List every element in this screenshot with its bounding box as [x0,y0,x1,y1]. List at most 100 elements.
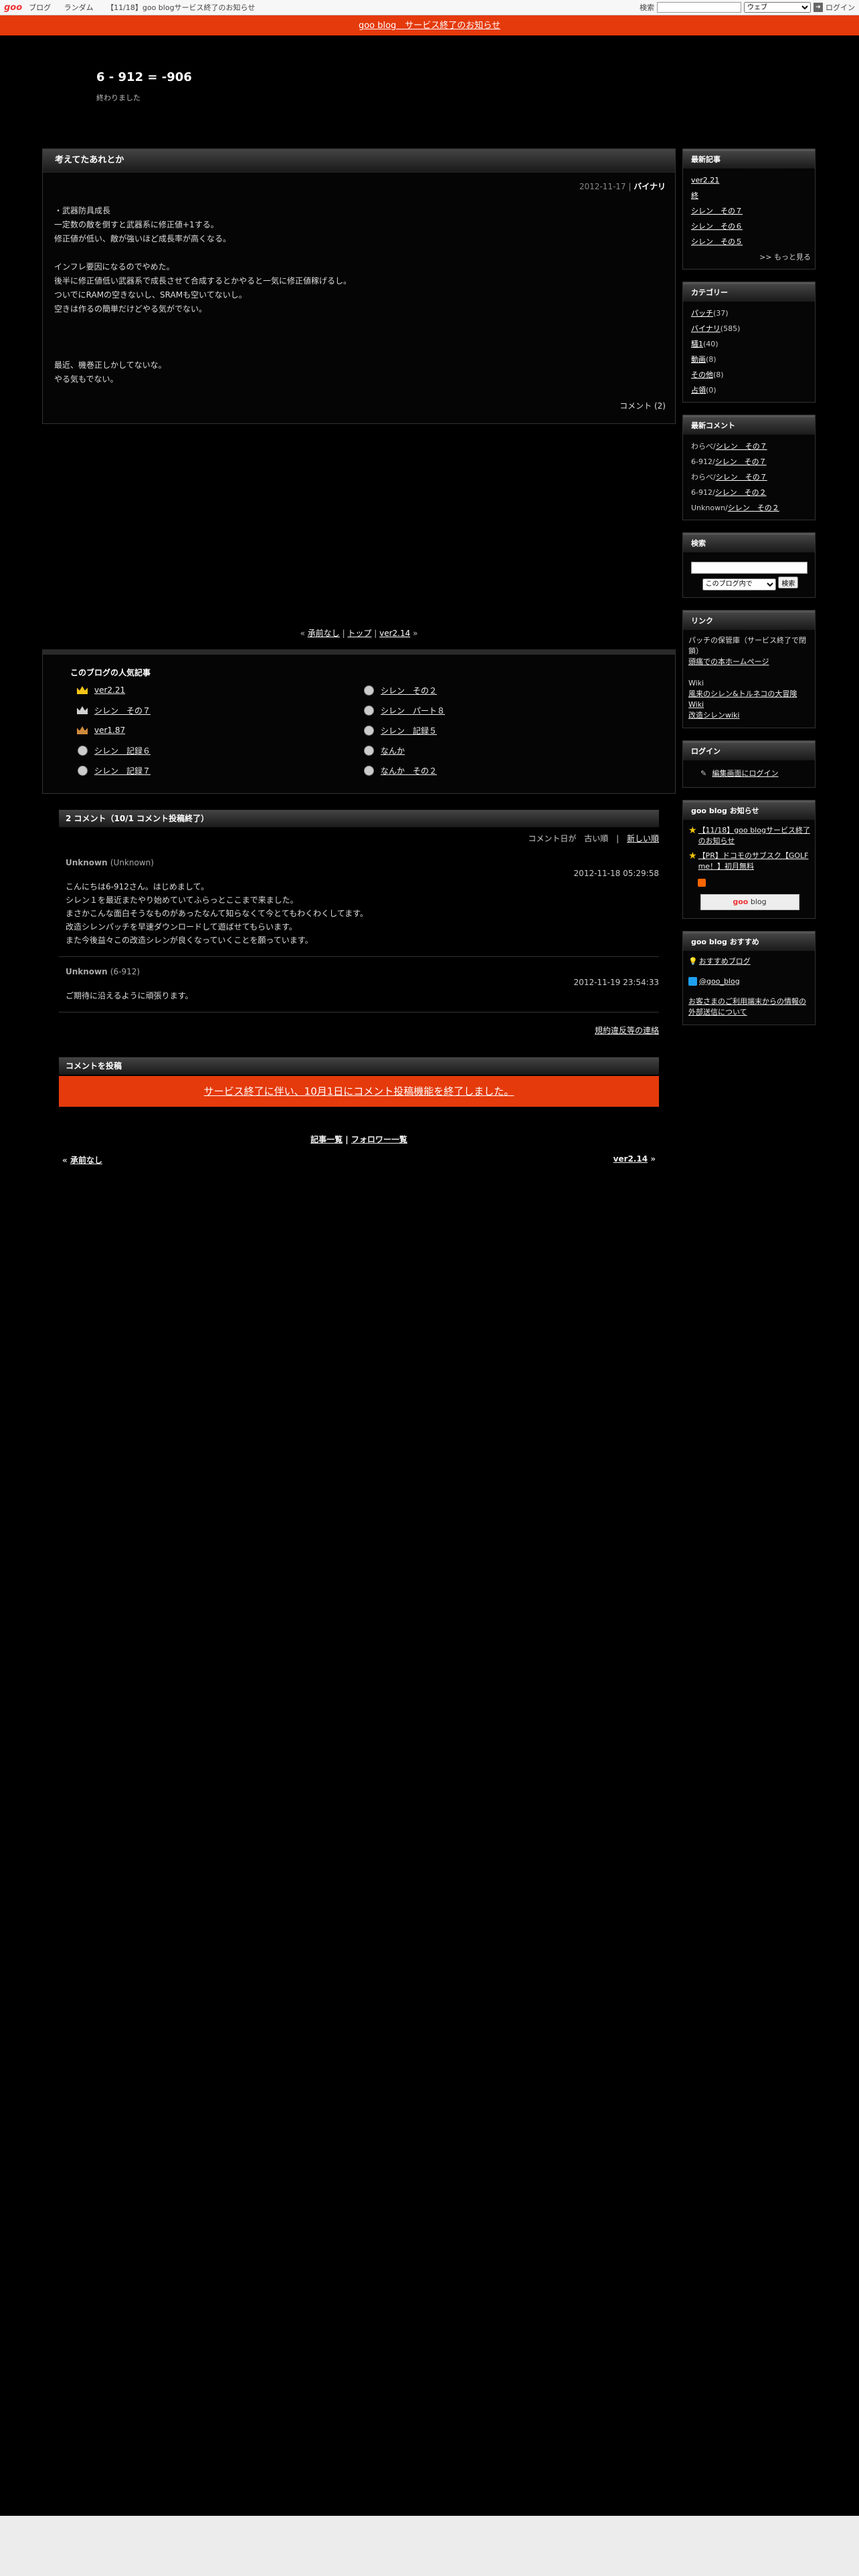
popular-item-link[interactable]: ver1.87 [94,726,125,735]
pager-next[interactable]: ver2.14 [379,629,410,638]
comment-author-id: (Unknown) [110,858,154,867]
popular-grid: ver2.21 シレン その２ シレン その７ シレン パート８ ver1.87 シレン … [70,682,675,778]
service-end-link[interactable]: goo blog サービス終了のお知らせ [359,21,500,31]
service-end-banner: goo blog サービス終了のお知らせ [0,15,859,35]
bottom-prev-link[interactable]: 承前なし [70,1156,102,1165]
recent-item-link[interactable]: シレン その６ [691,222,743,231]
recent-item: 終 [691,188,811,203]
blog-search-button[interactable]: 検索 [778,576,799,588]
category-link[interactable]: パッチ [691,309,713,318]
link-wiki2[interactable]: 改造シレンwiki [688,711,739,720]
pencil-icon: ✎ [700,768,707,778]
comment-count-link[interactable]: コメント (2) [619,401,666,411]
category-link[interactable]: 動画 [691,355,706,364]
recent-comment-post-link[interactable]: シレン その７ [716,442,767,451]
recommend-blog-link[interactable]: おすすめブログ [699,957,751,966]
blog-description: 終わりました [96,94,140,102]
blog-search-input[interactable] [691,562,807,574]
recent-comment-post-link[interactable]: シレン その２ [715,488,767,497]
popular-item-link[interactable]: シレン その７ [94,705,151,716]
blog-title[interactable]: 6 - 912 = -906 [96,70,192,84]
bottom-next-link[interactable]: ver2.14 [613,1154,648,1164]
bottom-next: ver2.14 » [613,1154,656,1164]
category-item: 占領(0) [691,383,811,398]
category-link[interactable]: 占領 [691,386,706,395]
popular-item: シレン 記録６ [70,742,357,758]
sort-label: コメント日が [528,834,577,843]
recent-comment-post-link[interactable]: シレン その７ [715,457,767,466]
sort-new-link[interactable]: 新しい順 [627,834,659,843]
popular-item-link[interactable]: シレン パート８ [381,705,445,716]
login-icon[interactable]: ➜ [814,3,823,12]
category-link[interactable]: その他 [691,370,713,379]
goo-blog-badge[interactable]: goo blog [700,893,799,910]
popular-articles: このブログの人気記事 ver2.21 シレン その２ シレン その７ シレン パート８… [42,649,676,794]
notice-link-1[interactable]: 【11/18】goo blogサービス終了のお知らせ [698,825,811,847]
nav-random[interactable]: ランダム [64,3,94,12]
bulb-icon: 💡 [688,956,698,966]
article-list-link[interactable]: 記事一覧 [310,1135,343,1144]
goo-notice-title: goo blog お知らせ [683,800,815,820]
gray-dot-icon [362,765,375,776]
edit-login-link[interactable]: 編集画面にログイン [712,769,779,778]
nav-service-end[interactable]: 【11/18】goo blogサービス終了のお知らせ [106,3,255,12]
entry-category[interactable]: バイナリ [634,182,666,191]
login-box: ログイン ✎ 編集画面にログイン [682,740,816,788]
recent-title: 最新記事 [683,149,815,169]
popular-item-link[interactable]: シレン 記録７ [94,765,151,776]
category-link[interactable]: 騒1 [691,340,703,348]
recommend-title: goo blog おすすめ [683,931,815,951]
more-link[interactable]: >> もっと見る [691,249,811,265]
link-wiki1[interactable]: 風来のシレン&トルネコの大冒険 Wiki [688,689,797,709]
recent-comment-author: 6-912/ [691,488,715,497]
popular-item: シレン パート８ [357,702,643,718]
recent-item-link[interactable]: 終 [691,191,698,200]
search-scope-select[interactable]: ウェブ [744,2,811,13]
rss-icon[interactable] [698,878,706,887]
popular-item-link[interactable]: なんか その２ [381,765,437,776]
pager-prev[interactable]: 承前なし [308,629,340,638]
comment: Unknown (6-912) 2012-11-19 23:54:33 ご期待に沿え… [59,957,659,1012]
comment-closed-link[interactable]: サービス終了に伴い、10月1日にコメント投稿機能を終了しました。 [204,1085,514,1097]
category-count: (8) [706,355,717,364]
popular-item-link[interactable]: なんか [381,745,405,756]
main-column: 考えてたあれとか 2012-11-17 | バイナリ ・武器防具成長 一定数の敵を… [42,148,676,1166]
recent-item-link[interactable]: ver2.21 [691,176,719,185]
top-toolbar: goo ブログ ランダム 【11/18】goo blogサービス終了のお知らせ … [0,0,859,15]
popular-item-link[interactable]: シレン その２ [381,685,437,696]
entry-line [54,344,655,358]
goo-logo[interactable]: goo [4,3,22,13]
entry-line: ・武器防具成長 [54,206,111,215]
recent-comment-author: わらべ/ [691,473,716,481]
recent-item-link[interactable]: シレン その５ [691,237,743,246]
popular-item-link[interactable]: シレン 記録６ [94,745,151,756]
notice-link-2[interactable]: 【PR】ドコモのサブスク【GOLF me！】初月無料 [698,851,811,872]
goo-recommend-box: goo blog おすすめ 💡 おすすめブログ @goo_blog お客さまのご利… [682,930,816,1025]
external-info-link[interactable]: お客さまのご利用端末からの情報の外部送信について [688,997,806,1016]
recent-comment-item: Unknown/シレン その２ [691,500,811,516]
category-link[interactable]: バイナリ [691,324,721,333]
gray-dot-icon [362,685,375,695]
recent-item-link[interactable]: シレン その７ [691,207,743,215]
top-search-input[interactable] [657,2,741,13]
popular-item-link[interactable]: シレン 記録５ [381,725,437,736]
entry-line: 修正値が低い、敵が強いほど成長率が高くなる。 [54,234,231,243]
category-count: (585) [720,324,741,333]
link-homepage[interactable]: 頭痛での本ホームページ [688,657,769,666]
follower-list-link[interactable]: フォロワー一覧 [351,1135,407,1144]
popular-item: シレン 記録５ [357,722,643,738]
pager-top[interactable]: トップ [347,629,371,638]
entry-body: ・武器防具成長一定数の敵を倒すと武器系に修正値+1する。修正値が低い、敵が強いほ… [43,192,675,387]
recent-comment-post-link[interactable]: シレン その７ [716,473,767,481]
twitter-link[interactable]: @goo_blog [699,977,740,986]
login-link[interactable]: ログイン [826,2,855,13]
sidebar: 最新記事 ver2.21 終シレン その７ シレン その６ シレン その５ >> もっと… [682,148,816,1037]
report-link[interactable]: 規約違反等の連絡 [595,1026,659,1035]
recent-comment-post-link[interactable]: シレン その２ [728,504,779,512]
blog-search-scope[interactable]: このブログ内で [702,578,776,591]
recent-comment-item: 6-912/シレン その２ [691,485,811,500]
entry-line: 一定数の敵を倒すと武器系に修正値+1する。 [54,220,219,229]
popular-item-link[interactable]: ver2.21 [94,685,125,695]
nav-blog[interactable]: ブログ [29,3,51,12]
entry-meta: 2012-11-17 | バイナリ [579,182,666,191]
